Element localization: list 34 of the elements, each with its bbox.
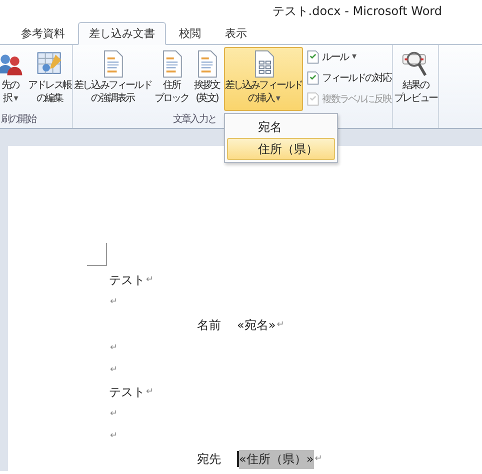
ribbon-button[interactable]: 住所 ブロック: [153, 47, 190, 111]
ribbon-button[interactable]: フィールドの対応: [305, 68, 392, 88]
window-title: テスト.docx - Microsoft Word: [272, 2, 442, 20]
paragraph-mark: ↵: [276, 320, 284, 330]
paragraph-mark: ↵: [146, 275, 154, 285]
paragraph-mark: ↵: [110, 409, 118, 419]
merge-field: «宛名»: [237, 316, 276, 334]
paragraph-mark: ↵: [110, 431, 118, 441]
ribbon-tab[interactable]: 差し込み文書: [78, 22, 166, 45]
group-label: 刷の開始: [1, 113, 36, 127]
paragraph-mark: ↵: [314, 454, 322, 464]
ribbon-button[interactable]: 差し込みフィールド の挿入 ▾: [224, 47, 304, 111]
ribbon-button[interactable]: 差し込みフィールド の強調表示: [73, 47, 152, 111]
ribbon-tab[interactable]: 参考資料: [10, 22, 76, 45]
ribbon-button[interactable]: ルール ▾: [305, 47, 392, 67]
ribbon-button[interactable]: 結果の プレビュー: [393, 47, 438, 111]
ribbon-button[interactable]: 挨拶文 (英文): [190, 47, 223, 111]
merge-field: «住所（県）»: [239, 450, 314, 468]
menu-item[interactable]: 宛名: [226, 116, 335, 138]
paragraph-mark: ↵: [110, 297, 118, 307]
paragraph-text: テスト: [109, 272, 145, 288]
menu-item[interactable]: 住所（県）: [226, 138, 335, 160]
paragraph-mark: ↵: [110, 365, 118, 375]
paragraph-text: テスト: [109, 384, 145, 400]
field-label: 宛先: [197, 450, 221, 468]
group-label: 文章入力と: [173, 112, 216, 127]
ribbon-button[interactable]: 先の 択 ▾: [0, 47, 26, 111]
ribbon-tab[interactable]: 表示: [214, 22, 258, 45]
ribbon-tab[interactable]: 校閲: [168, 22, 212, 45]
paragraph-mark: ↵: [146, 387, 154, 397]
field-label: 名前: [197, 316, 221, 334]
margin-corner-mark: [87, 243, 107, 266]
paragraph-mark: ↵: [110, 343, 118, 353]
ribbon-button[interactable]: アドレス帳 の編集: [27, 47, 72, 111]
